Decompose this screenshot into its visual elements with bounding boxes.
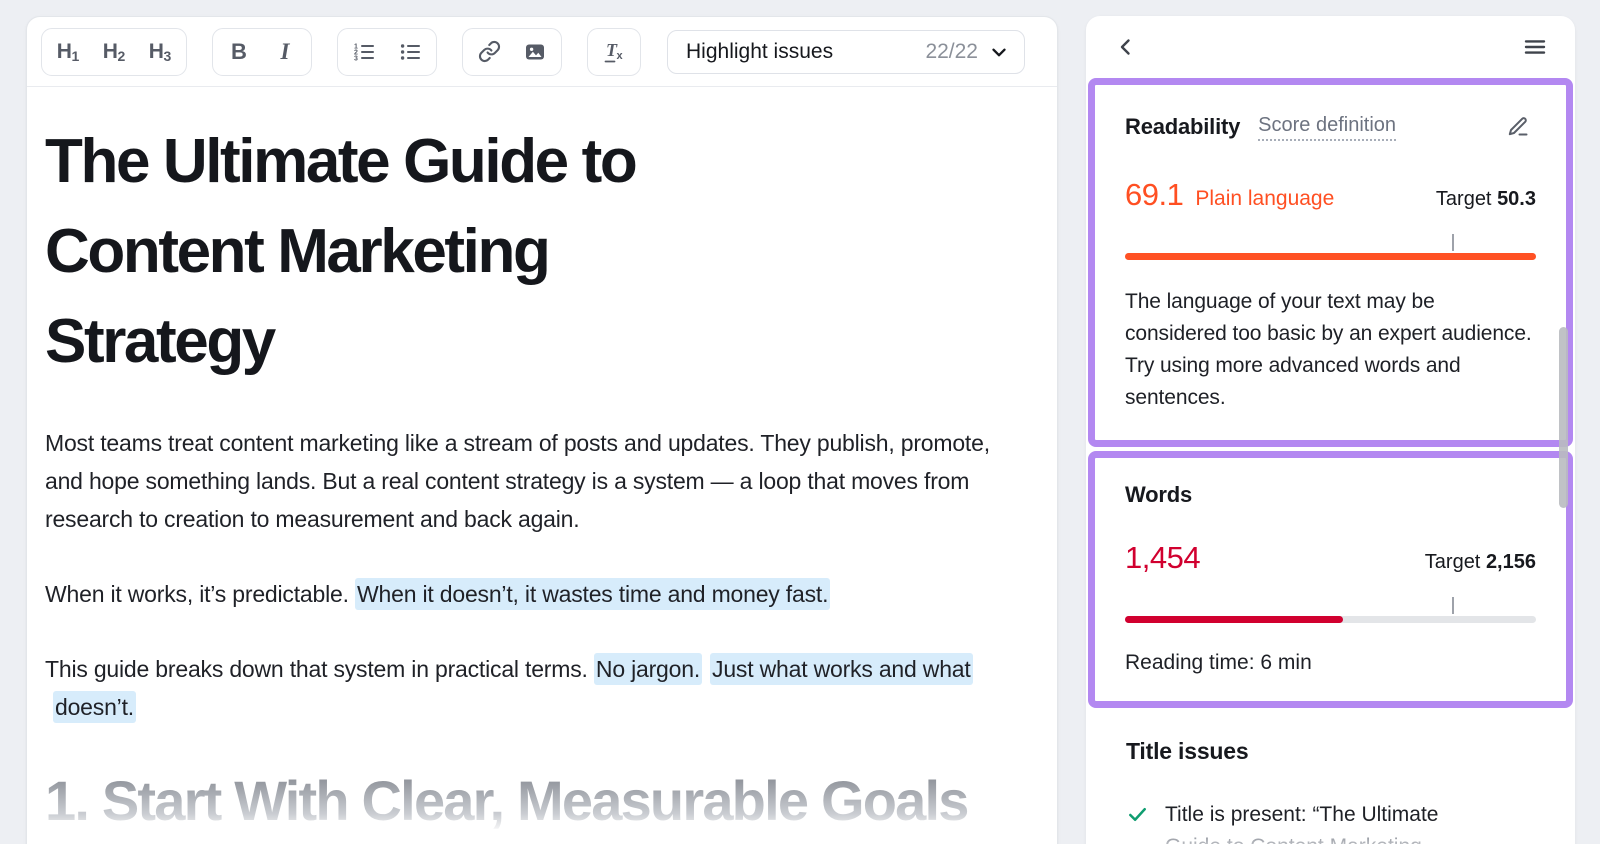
- words-card: Words 1,454 Target 2,156 Reading time: 6…: [1088, 451, 1573, 708]
- words-progress-bar: [1125, 597, 1536, 623]
- word-count: 1,454: [1125, 540, 1201, 575]
- paragraph-text: Most teams treat content marketing like …: [45, 430, 990, 532]
- document-editing-area[interactable]: The Ultimate Guide to Content Marketing …: [27, 117, 1057, 833]
- link-button[interactable]: [466, 32, 512, 72]
- paragraph: This guide breaks down that system in pr…: [45, 650, 1030, 726]
- title-issues-section: Title issues Title is present: “The Ulti…: [1086, 712, 1575, 844]
- title-issues-heading: Title issues: [1126, 738, 1249, 764]
- words-target-marker: [1451, 597, 1454, 614]
- next-section-heading: 1. Start With Clear, Measurable Goals: [45, 768, 1039, 833]
- back-button[interactable]: [1108, 29, 1144, 65]
- ordered-list-button[interactable]: 1 2 3: [341, 32, 387, 72]
- h2-label: H: [102, 39, 118, 63]
- insert-button-group: [462, 27, 562, 76]
- h3-button[interactable]: H3: [137, 32, 183, 72]
- unordered-list-button[interactable]: [387, 32, 433, 72]
- editor-panel: H1 H2 H3 B I 1 2 3 T x Highlight issues …: [26, 16, 1058, 844]
- title-issue-text: Title is present: “The Ultimate Guide to…: [1165, 799, 1438, 844]
- paragraph: When it works, it’s predictable. When it…: [45, 575, 1030, 613]
- image-icon: [526, 44, 544, 59]
- document-title: The Ultimate Guide to Content Marketing …: [45, 117, 1039, 387]
- h2-button[interactable]: H2: [91, 32, 137, 72]
- words-title: Words: [1125, 482, 1193, 507]
- h1-button[interactable]: H1: [45, 32, 91, 72]
- format-button-group: B I: [212, 27, 312, 76]
- highlight-issues-dropdown[interactable]: Highlight issues 22/22: [667, 29, 1025, 74]
- reading-time: Reading time: 6 min: [1125, 651, 1312, 674]
- document-title-line: Content Marketing: [45, 217, 551, 286]
- highlight-issues-count: 22/22: [925, 39, 978, 63]
- chevron-down-icon: [992, 48, 1006, 56]
- clear-formatting-button[interactable]: T x: [591, 32, 637, 72]
- link-icon: [478, 40, 500, 63]
- highlighted-issue-text: When it doesn’t, it wastes time and mone…: [355, 578, 831, 610]
- paragraph: Most teams treat content marketing like …: [45, 424, 1030, 538]
- image-button[interactable]: [512, 32, 558, 72]
- clear-formatting-icon: T x: [604, 40, 624, 62]
- highlighted-issue-text: No jargon.: [593, 653, 703, 685]
- svg-text:3: 3: [354, 55, 358, 62]
- words-target: Target 2,156: [1424, 551, 1536, 573]
- paragraph-text: When it works, it’s predictable.: [45, 581, 355, 607]
- editor-toolbar: H1 H2 H3 B I 1 2 3 T x Highlight issues …: [27, 17, 1057, 87]
- edit-target-button[interactable]: [1500, 109, 1536, 145]
- italic-button[interactable]: I: [262, 32, 308, 72]
- readability-card: Readability Score definition 69.1 Plain …: [1088, 78, 1573, 447]
- hamburger-menu-icon: [1524, 40, 1546, 54]
- readability-score: 69.1: [1125, 177, 1184, 212]
- readability-title: Readability: [1125, 114, 1241, 139]
- h3-label: H: [148, 39, 164, 63]
- bold-label: B: [231, 38, 247, 64]
- score-definition-link[interactable]: Score definition: [1258, 114, 1397, 141]
- app-window: H1 H2 H3 B I 1 2 3 T x Highlight issues …: [0, 0, 1600, 844]
- check-icon: [1129, 807, 1146, 822]
- h1-label: H: [56, 39, 72, 63]
- unordered-list-icon: [400, 43, 420, 60]
- paragraph-text: This guide breaks down that system in pr…: [45, 656, 594, 682]
- edit-pencil-icon: [1508, 117, 1528, 136]
- readability-target: Target 50.3: [1435, 188, 1536, 210]
- ordered-list-icon: 1 2 3: [354, 43, 374, 62]
- readability-target-marker: [1451, 234, 1454, 251]
- bold-button[interactable]: B: [216, 32, 262, 72]
- document-title-line: Strategy: [45, 307, 276, 376]
- menu-button[interactable]: [1517, 29, 1553, 65]
- highlight-issues-label: Highlight issues: [686, 39, 834, 63]
- list-button-group: 1 2 3: [337, 27, 437, 76]
- title-issue-item: Title is present: “The Ultimate Guide to…: [1126, 799, 1535, 844]
- readability-progress-bar: [1125, 234, 1536, 260]
- readability-score-label: Plain language: [1195, 187, 1335, 210]
- writing-assistant-panel: Readability Score definition 69.1 Plain …: [1086, 16, 1575, 844]
- svg-text:x: x: [617, 50, 624, 62]
- clear-format-group: T x: [587, 27, 641, 76]
- readability-description: The language of your text may be conside…: [1125, 290, 1532, 409]
- document-title-line: The Ultimate Guide to: [45, 127, 638, 196]
- italic-label: I: [280, 38, 290, 64]
- assistant-panel-header: [1086, 16, 1575, 78]
- chevron-left-icon: [1120, 39, 1130, 55]
- panel-scrollbar-thumb[interactable]: [1559, 327, 1568, 508]
- heading-button-group: H1 H2 H3: [41, 27, 187, 76]
